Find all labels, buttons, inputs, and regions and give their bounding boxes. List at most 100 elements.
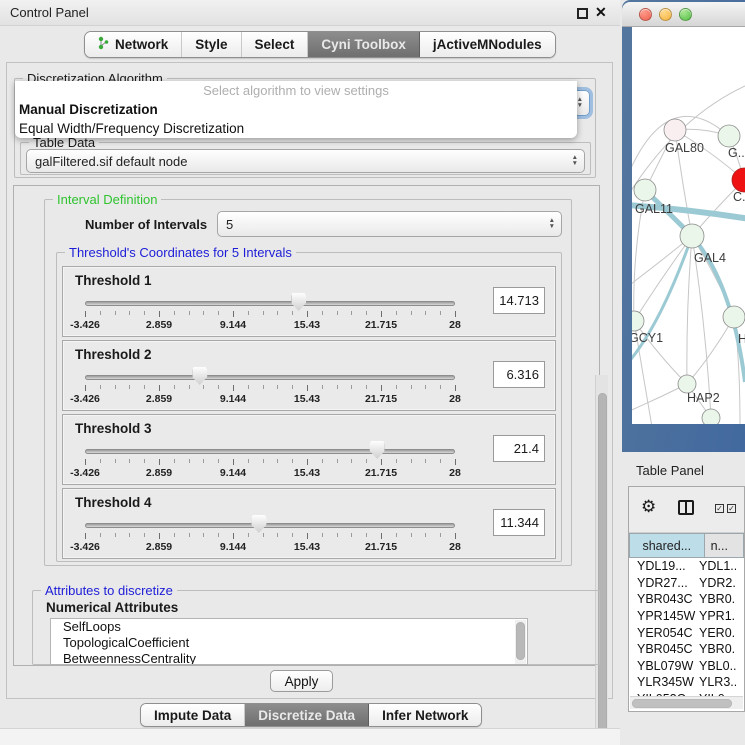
cell-shared-name[interactable]: YBR045C (629, 642, 699, 656)
tab-label: Cyni Toolbox (321, 37, 406, 52)
tab-jactivemnodules[interactable]: jActiveMNodules (420, 32, 555, 57)
mac-close-button[interactable] (639, 8, 652, 21)
horizontal-scrollbar[interactable] (630, 696, 743, 709)
cell-name[interactable]: YBR0... (699, 642, 736, 656)
slider-thumb[interactable] (251, 515, 266, 533)
checkbox-icon[interactable]: ✓ (727, 504, 736, 513)
numerical-attributes-list[interactable]: SelfLoopsTopologicalCoefficientBetweenne… (50, 618, 528, 665)
cell-shared-name[interactable]: YLR345W (629, 675, 699, 689)
threshold-label: Threshold 3 (75, 421, 152, 436)
close-icon[interactable]: ✕ (595, 4, 607, 21)
threshold-slider[interactable]: -3.4262.8599.14415.4321.71528 (85, 517, 455, 557)
table-row[interactable]: YBR043CYBR0... (629, 591, 744, 608)
column-header-shared-name[interactable]: shared... (629, 533, 705, 558)
mac-minimize-button[interactable] (659, 8, 672, 21)
checkbox-icon[interactable]: ✓ (715, 504, 724, 513)
algorithm-option[interactable]: Manual Discretization (15, 100, 577, 119)
table-row[interactable]: YDR27...YDR2... (629, 575, 744, 592)
network-node[interactable] (702, 409, 720, 424)
interval-definition-title: Interval Definition (53, 192, 161, 207)
cell-name[interactable]: YDR2... (699, 576, 736, 590)
tab-discretize-data[interactable]: Discretize Data (245, 704, 369, 726)
cell-shared-name[interactable]: YBL079W (629, 659, 699, 673)
cell-shared-name[interactable]: YDL19... (629, 559, 699, 573)
slider-tick (381, 385, 382, 391)
cell-name[interactable]: YBL0... (699, 659, 736, 673)
combo-stepper-icon[interactable]: ▲▼ (572, 155, 578, 167)
combo-stepper-icon[interactable]: ▲▼ (549, 218, 555, 230)
tab-impute-data[interactable]: Impute Data (141, 704, 245, 726)
network-node-G[interactable] (718, 125, 740, 147)
table-row[interactable]: YLR345WYLR3... (629, 674, 744, 691)
network-node-H[interactable] (723, 306, 745, 328)
threshold-value-field[interactable]: 21.4 (493, 435, 545, 462)
tab-infer-network[interactable]: Infer Network (369, 704, 481, 726)
network-edge[interactable] (632, 236, 692, 365)
combo-stepper-icon[interactable]: ▲▼ (577, 97, 583, 109)
slider-track[interactable] (85, 449, 455, 454)
control-panel-tabs: NetworkStyleSelect Cyni Toolbox jActiveMNo… (84, 31, 556, 58)
threshold-slider[interactable]: -3.4262.8599.14415.4321.71528 (85, 369, 455, 409)
slider-track[interactable] (85, 523, 455, 528)
network-node-GCY1[interactable] (632, 311, 644, 331)
tab-select[interactable]: Select (242, 32, 309, 57)
cell-name[interactable]: YPR1... (699, 609, 736, 623)
scrollbar-thumb[interactable] (598, 393, 607, 741)
threshold-slider[interactable]: -3.4262.8599.14415.4321.71528 (85, 295, 455, 335)
tab-style[interactable]: Style (182, 32, 241, 57)
cell-name[interactable]: YBR0... (699, 592, 736, 606)
tab-network[interactable]: Network (85, 32, 182, 57)
cell-shared-name[interactable]: YER054C (629, 626, 699, 640)
mac-zoom-button[interactable] (679, 8, 692, 21)
network-node-GAL11[interactable] (634, 179, 656, 201)
table-row[interactable]: YDL19...YDL1... (629, 558, 744, 575)
split-pane-icon[interactable] (678, 500, 694, 515)
threshold-value-field[interactable]: 11.344 (493, 509, 545, 536)
network-node-GAL4[interactable] (680, 224, 704, 248)
cell-shared-name[interactable]: YDR27... (629, 576, 699, 590)
network-canvas[interactable]: GAL80G...C...GAL11GAL4GCY1H...HAP2 (632, 27, 745, 424)
slider-thumb[interactable] (192, 367, 207, 385)
threshold-value-field[interactable]: 6.316 (493, 361, 545, 388)
threshold-slider[interactable]: -3.4262.8599.14415.4321.71528 (85, 443, 455, 483)
slider-thumb[interactable] (291, 293, 306, 311)
cell-name[interactable]: YDL1... (699, 559, 736, 573)
cell-shared-name[interactable]: YBR043C (629, 592, 699, 606)
scrollbar-thumb[interactable] (632, 699, 732, 708)
attribute-list-item[interactable]: BetweennessCentrality (51, 651, 527, 665)
algorithm-placeholder-item[interactable]: Select algorithm to view settings (15, 81, 577, 100)
tab-cyni-toolbox[interactable]: Cyni Toolbox (308, 32, 420, 57)
cell-name[interactable]: YER0... (699, 626, 736, 640)
network-edge[interactable] (687, 317, 734, 384)
column-header-name[interactable]: n... (705, 533, 744, 558)
table-row[interactable]: YPR145WYPR1... (629, 608, 744, 625)
slider-tick (440, 459, 441, 463)
scrollbar-thumb[interactable] (516, 622, 525, 660)
slider-tick (337, 311, 338, 315)
table-data-combobox[interactable]: galFiltered.sif default node ▲▼ (26, 149, 585, 173)
slider-tick-label: 28 (449, 319, 461, 331)
cell-name[interactable]: YLR3... (699, 675, 736, 689)
attribute-list-item[interactable]: SelfLoops (51, 619, 527, 635)
table-row[interactable]: YBR045CYBR0... (629, 641, 744, 658)
table-row[interactable]: YER054CYER0... (629, 624, 744, 641)
algorithm-option[interactable]: Equal Width/Frequency Discretization (15, 119, 577, 138)
slider-tick (233, 311, 234, 317)
threshold-value-field[interactable]: 14.713 (493, 287, 545, 314)
slider-track[interactable] (85, 301, 455, 306)
apply-button[interactable]: Apply (270, 670, 333, 692)
float-window-icon[interactable] (577, 8, 588, 19)
number-of-intervals-combobox[interactable]: 5 ▲▼ (217, 211, 562, 237)
cell-shared-name[interactable]: YPR145W (629, 609, 699, 623)
network-node-GAL80[interactable] (664, 119, 686, 141)
slider-track[interactable] (85, 375, 455, 380)
gear-icon[interactable]: ⚙ (641, 498, 656, 515)
slider-thumb[interactable] (370, 441, 385, 459)
attribute-list-item[interactable]: TopologicalCoefficient (51, 635, 527, 651)
list-vertical-scrollbar[interactable] (515, 620, 526, 664)
slider-tick (144, 459, 145, 463)
network-window-titlebar[interactable] (622, 2, 745, 27)
network-edge[interactable] (687, 236, 692, 384)
table-row[interactable]: YBL079WYBL0... (629, 658, 744, 675)
vertical-scrollbar[interactable] (595, 375, 608, 745)
